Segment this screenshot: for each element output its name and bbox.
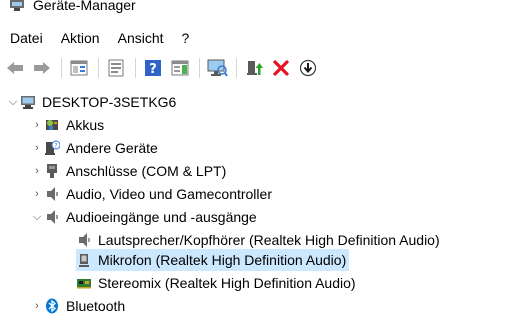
speaker-icon <box>76 232 92 248</box>
tree-category-label: Akkus <box>66 117 105 133</box>
help-icon[interactable]: ? <box>142 57 164 79</box>
device-manager-icon <box>9 0 25 12</box>
forward-arrow-icon[interactable] <box>31 57 53 79</box>
toolbar-separator <box>135 57 136 78</box>
tree-root-label: DESKTOP-3SETKG6 <box>42 94 177 110</box>
collapse-chevron-icon[interactable]: ⌵ <box>30 210 44 224</box>
svg-text:?: ? <box>54 142 57 150</box>
expand-chevron-icon[interactable]: › <box>30 187 44 201</box>
toolbar-separator <box>236 57 237 78</box>
bluetooth-icon <box>44 298 60 314</box>
tree-category-ports[interactable]: › Anschlüsse (COM & LPT) <box>30 160 226 182</box>
menu-bar: Datei Aktion Ansicht ? <box>0 27 198 49</box>
window-title: Geräte-Manager <box>33 0 136 13</box>
expand-chevron-icon[interactable]: › <box>30 164 44 178</box>
port-icon <box>44 163 60 179</box>
update-driver-icon[interactable] <box>243 57 265 79</box>
battery-icon <box>44 117 60 133</box>
speaker-icon <box>44 186 60 202</box>
toolbar: ? <box>0 54 515 81</box>
title-bar: Geräte-Manager <box>0 0 515 16</box>
unknown-device-icon: ? <box>44 140 60 156</box>
tree-category-bluetooth[interactable]: › Bluetooth <box>30 295 125 317</box>
menu-aktion[interactable]: Aktion <box>52 27 109 49</box>
properties-icon[interactable] <box>68 57 90 79</box>
expand-chevron-icon[interactable]: › <box>30 118 44 132</box>
toolbar-separator <box>199 57 200 78</box>
microphone-icon <box>76 252 92 268</box>
tree-device-label: Mikrofon (Realtek High Definition Audio) <box>98 252 347 268</box>
show-hidden-icon[interactable] <box>105 57 127 79</box>
expand-chevron-icon[interactable]: › <box>30 299 44 313</box>
tree-device-microphone[interactable]: Mikrofon (Realtek High Definition Audio) <box>76 249 350 271</box>
tree-category-label: Audioeingänge und -ausgänge <box>66 209 257 225</box>
collapse-chevron-icon[interactable]: ⌵ <box>6 95 20 109</box>
disable-device-icon[interactable] <box>297 57 319 79</box>
tree-device-label: Lautsprecher/Kopfhörer (Realtek High Def… <box>98 232 440 248</box>
tree-category-audio-io[interactable]: ⌵ Audioeingänge und -ausgänge <box>30 206 257 228</box>
tree-category-akkus[interactable]: › Akkus <box>30 114 104 136</box>
toolbar-separator <box>98 57 99 78</box>
tree-category-label: Anschlüsse (COM & LPT) <box>66 163 227 179</box>
action-pane-icon[interactable] <box>169 57 191 79</box>
computer-icon <box>20 94 36 110</box>
tree-device-label: Stereomix (Realtek High Definition Audio… <box>98 275 356 291</box>
tree-category-label: Andere Geräte <box>66 140 158 156</box>
uninstall-device-icon[interactable] <box>270 57 292 79</box>
tree-root[interactable]: ⌵ DESKTOP-3SETKG6 <box>6 91 177 113</box>
back-arrow-icon[interactable] <box>4 57 26 79</box>
tree-category-label: Bluetooth <box>66 298 126 314</box>
speaker-icon <box>44 209 60 225</box>
sound-card-icon <box>76 275 92 291</box>
menu-ansicht[interactable]: Ansicht <box>109 27 173 49</box>
tree-category-label: Audio, Video und Gamecontroller <box>66 186 272 202</box>
toolbar-separator <box>61 57 62 78</box>
tree-category-audio-video[interactable]: › Audio, Video und Gamecontroller <box>30 183 272 205</box>
tree-device-stereomix[interactable]: Stereomix (Realtek High Definition Audio… <box>76 272 356 294</box>
svg-text:?: ? <box>149 62 157 77</box>
scan-hardware-icon[interactable] <box>206 57 228 79</box>
menu-help[interactable]: ? <box>173 27 199 49</box>
expand-chevron-icon[interactable]: › <box>30 141 44 155</box>
tree-category-other-devices[interactable]: › ? Andere Geräte <box>30 137 158 159</box>
tree-device-speakers[interactable]: Lautsprecher/Kopfhörer (Realtek High Def… <box>76 229 440 251</box>
menu-datei[interactable]: Datei <box>0 27 52 49</box>
